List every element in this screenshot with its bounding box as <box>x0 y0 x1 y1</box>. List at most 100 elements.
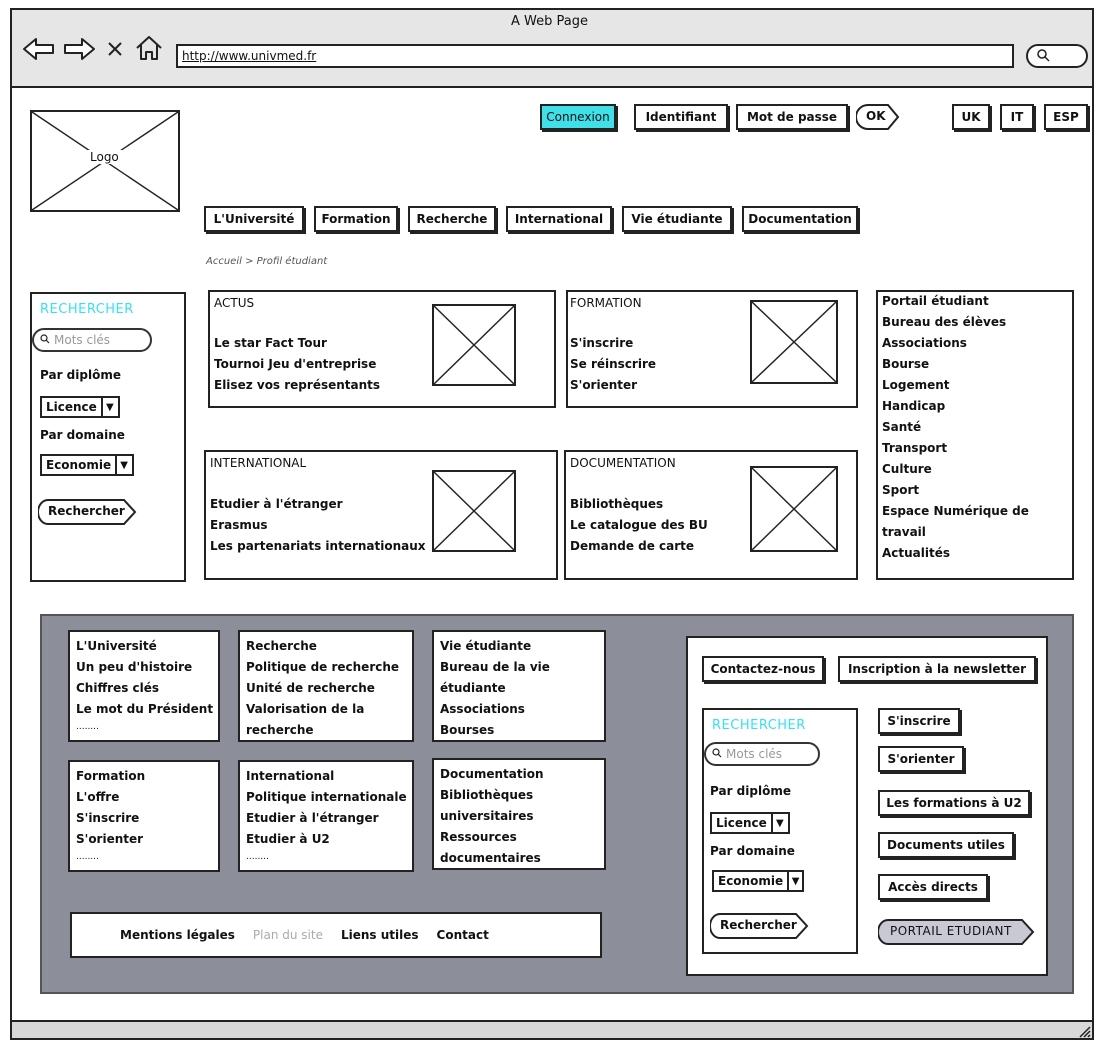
portal-link[interactable]: Actualités <box>882 543 1029 564</box>
portal-link[interactable]: Santé <box>882 417 1029 438</box>
menu-vie-etudiante[interactable]: Vie étudiante <box>622 206 732 232</box>
portal-link[interactable]: Sport <box>882 480 1029 501</box>
footer-link[interactable]: ........ <box>76 850 212 864</box>
formation-item[interactable]: S'orienter <box>570 375 656 396</box>
portal-link[interactable]: Portail étudiant <box>882 291 1029 312</box>
newsletter-button[interactable]: Inscription à la newsletter <box>838 656 1036 682</box>
portal-link[interactable]: Associations <box>882 333 1029 354</box>
menu-documentation[interactable]: Documentation <box>742 206 858 232</box>
menu-universite[interactable]: L'Université <box>204 206 304 232</box>
menu-formation[interactable]: Formation <box>314 206 398 232</box>
footer-link[interactable]: Vie étudiante <box>440 636 598 657</box>
footer-link[interactable]: L'Université <box>76 636 212 657</box>
useful-links-link[interactable]: Liens utiles <box>341 928 419 942</box>
formation-item[interactable]: S'inscrire <box>570 333 656 354</box>
menu-recherche[interactable]: Recherche <box>408 206 496 232</box>
connexion-button[interactable]: Connexion <box>540 104 616 130</box>
footer-link[interactable]: International <box>246 766 406 787</box>
actus-item[interactable]: Le star Fact Tour <box>214 333 380 354</box>
contact-us-button[interactable]: Contactez-nous <box>702 656 824 682</box>
menu-international[interactable]: International <box>506 206 612 232</box>
footer-by-degree-label: Par diplôme <box>710 784 791 798</box>
sitemap-link[interactable]: Plan du site <box>253 928 323 942</box>
portal-link[interactable]: Bureau des élèves <box>882 312 1029 333</box>
portal-link[interactable]: Transport <box>882 438 1029 459</box>
back-arrow-icon[interactable] <box>22 36 56 62</box>
footer-link[interactable]: Formation <box>76 766 212 787</box>
footer-link[interactable]: Chiffres clés <box>76 678 212 699</box>
footer-link[interactable]: Etudier à l'étranger <box>246 808 406 829</box>
footer-link[interactable]: ........ <box>246 850 406 864</box>
international-item[interactable]: Erasmus <box>210 515 426 536</box>
footer-link[interactable]: Un peu d'histoire <box>76 657 212 678</box>
lang-it-button[interactable]: IT <box>1000 104 1034 130</box>
footer-link[interactable]: recherche <box>246 720 406 741</box>
window-title: A Web Page <box>511 14 588 29</box>
lang-esp-button[interactable]: ESP <box>1044 104 1088 130</box>
footer-link[interactable]: Bourses <box>440 720 598 741</box>
footer-search-input[interactable]: Mots clés <box>704 742 820 766</box>
browser-search-field[interactable] <box>1026 44 1088 68</box>
portal-link[interactable]: Culture <box>882 459 1029 480</box>
footer-search-placeholder: Mots clés <box>726 747 783 761</box>
legal-link[interactable]: Mentions légales <box>120 928 235 942</box>
footer-link[interactable]: universitaires <box>440 806 598 827</box>
documentation-item[interactable]: Demande de carte <box>570 536 708 557</box>
footer-link[interactable]: S'inscrire <box>76 808 212 829</box>
portal-link[interactable]: Bourse <box>882 354 1029 375</box>
footer-link[interactable]: L'offre <box>76 787 212 808</box>
breadcrumb[interactable]: Accueil > Profil étudiant <box>206 256 327 267</box>
footer-link[interactable]: Documentation <box>440 764 598 785</box>
forward-arrow-icon[interactable] <box>62 36 96 62</box>
footer-link[interactable]: Politique internationale <box>246 787 407 808</box>
footer-link[interactable]: Le mot du Président <box>76 699 213 720</box>
documentation-item[interactable]: Le catalogue des BU <box>570 515 708 536</box>
footer-degree-select[interactable]: Licence ▼ <box>710 812 790 834</box>
footer-link[interactable]: ........ <box>76 720 212 734</box>
actus-item[interactable]: Elisez vos représentants <box>214 375 380 396</box>
search-submit-button[interactable]: Rechercher <box>38 498 138 526</box>
password-field[interactable]: Mot de passe <box>736 104 848 130</box>
footer-link[interactable]: Bureau de la vie <box>440 657 598 678</box>
identifiant-field[interactable]: Identifiant <box>634 104 728 130</box>
footer-link[interactable]: Valorisation de la <box>246 699 406 720</box>
footer-link[interactable]: documentaires <box>440 848 598 869</box>
degree-select[interactable]: Licence ▼ <box>40 396 120 418</box>
formations-u2-button[interactable]: Les formations à U2 <box>878 790 1030 816</box>
footer-link[interactable]: Politique de recherche <box>246 657 406 678</box>
footer-link[interactable]: Etudier à U2 <box>246 829 406 850</box>
footer-link[interactable]: Unité de recherche <box>246 678 406 699</box>
home-icon[interactable] <box>134 34 164 62</box>
ok-button[interactable]: OK <box>856 103 900 131</box>
international-item[interactable]: Etudier à l'étranger <box>210 494 426 515</box>
domain-select[interactable]: Economie ▼ <box>40 454 134 476</box>
formation-item[interactable]: Se réinscrire <box>570 354 656 375</box>
actus-item[interactable]: Tournoi Jeu d'entreprise <box>214 354 380 375</box>
portal-link[interactable]: Espace Numérique de <box>882 501 1029 522</box>
portal-link[interactable]: travail <box>882 522 1029 543</box>
orienter-button[interactable]: S'orienter <box>878 746 964 772</box>
footer-domain-select[interactable]: Economie ▼ <box>712 870 804 892</box>
footer-link[interactable]: étudiante <box>440 678 598 699</box>
actus-list: Le star Fact Tour Tournoi Jeu d'entrepri… <box>214 333 380 396</box>
url-bar[interactable]: http://www.univmed.fr <box>176 44 1014 68</box>
documentation-item[interactable]: Bibliothèques <box>570 494 708 515</box>
international-item[interactable]: Les partenariats internationaux <box>210 536 426 557</box>
acces-directs-button[interactable]: Accès directs <box>878 874 988 900</box>
portail-etudiant-button[interactable]: PORTAIL ETUDIANT <box>878 918 1036 946</box>
footer-link[interactable]: Associations <box>440 699 598 720</box>
close-icon[interactable] <box>106 40 124 58</box>
footer-link[interactable]: Ressources <box>440 827 598 848</box>
resize-grip-icon[interactable] <box>1078 1024 1092 1038</box>
portal-link[interactable]: Logement <box>882 375 1029 396</box>
footer-link[interactable]: S'orienter <box>76 829 212 850</box>
inscrire-button[interactable]: S'inscrire <box>878 708 960 734</box>
footer-link[interactable]: Recherche <box>246 636 406 657</box>
documents-utiles-button[interactable]: Documents utiles <box>878 832 1014 858</box>
footer-search-submit-button[interactable]: Rechercher <box>710 912 810 940</box>
contact-link[interactable]: Contact <box>437 928 489 942</box>
lang-uk-button[interactable]: UK <box>952 104 990 130</box>
portal-link[interactable]: Handicap <box>882 396 1029 417</box>
search-input[interactable]: Mots clés <box>32 328 152 352</box>
footer-link[interactable]: Bibliothèques <box>440 785 598 806</box>
